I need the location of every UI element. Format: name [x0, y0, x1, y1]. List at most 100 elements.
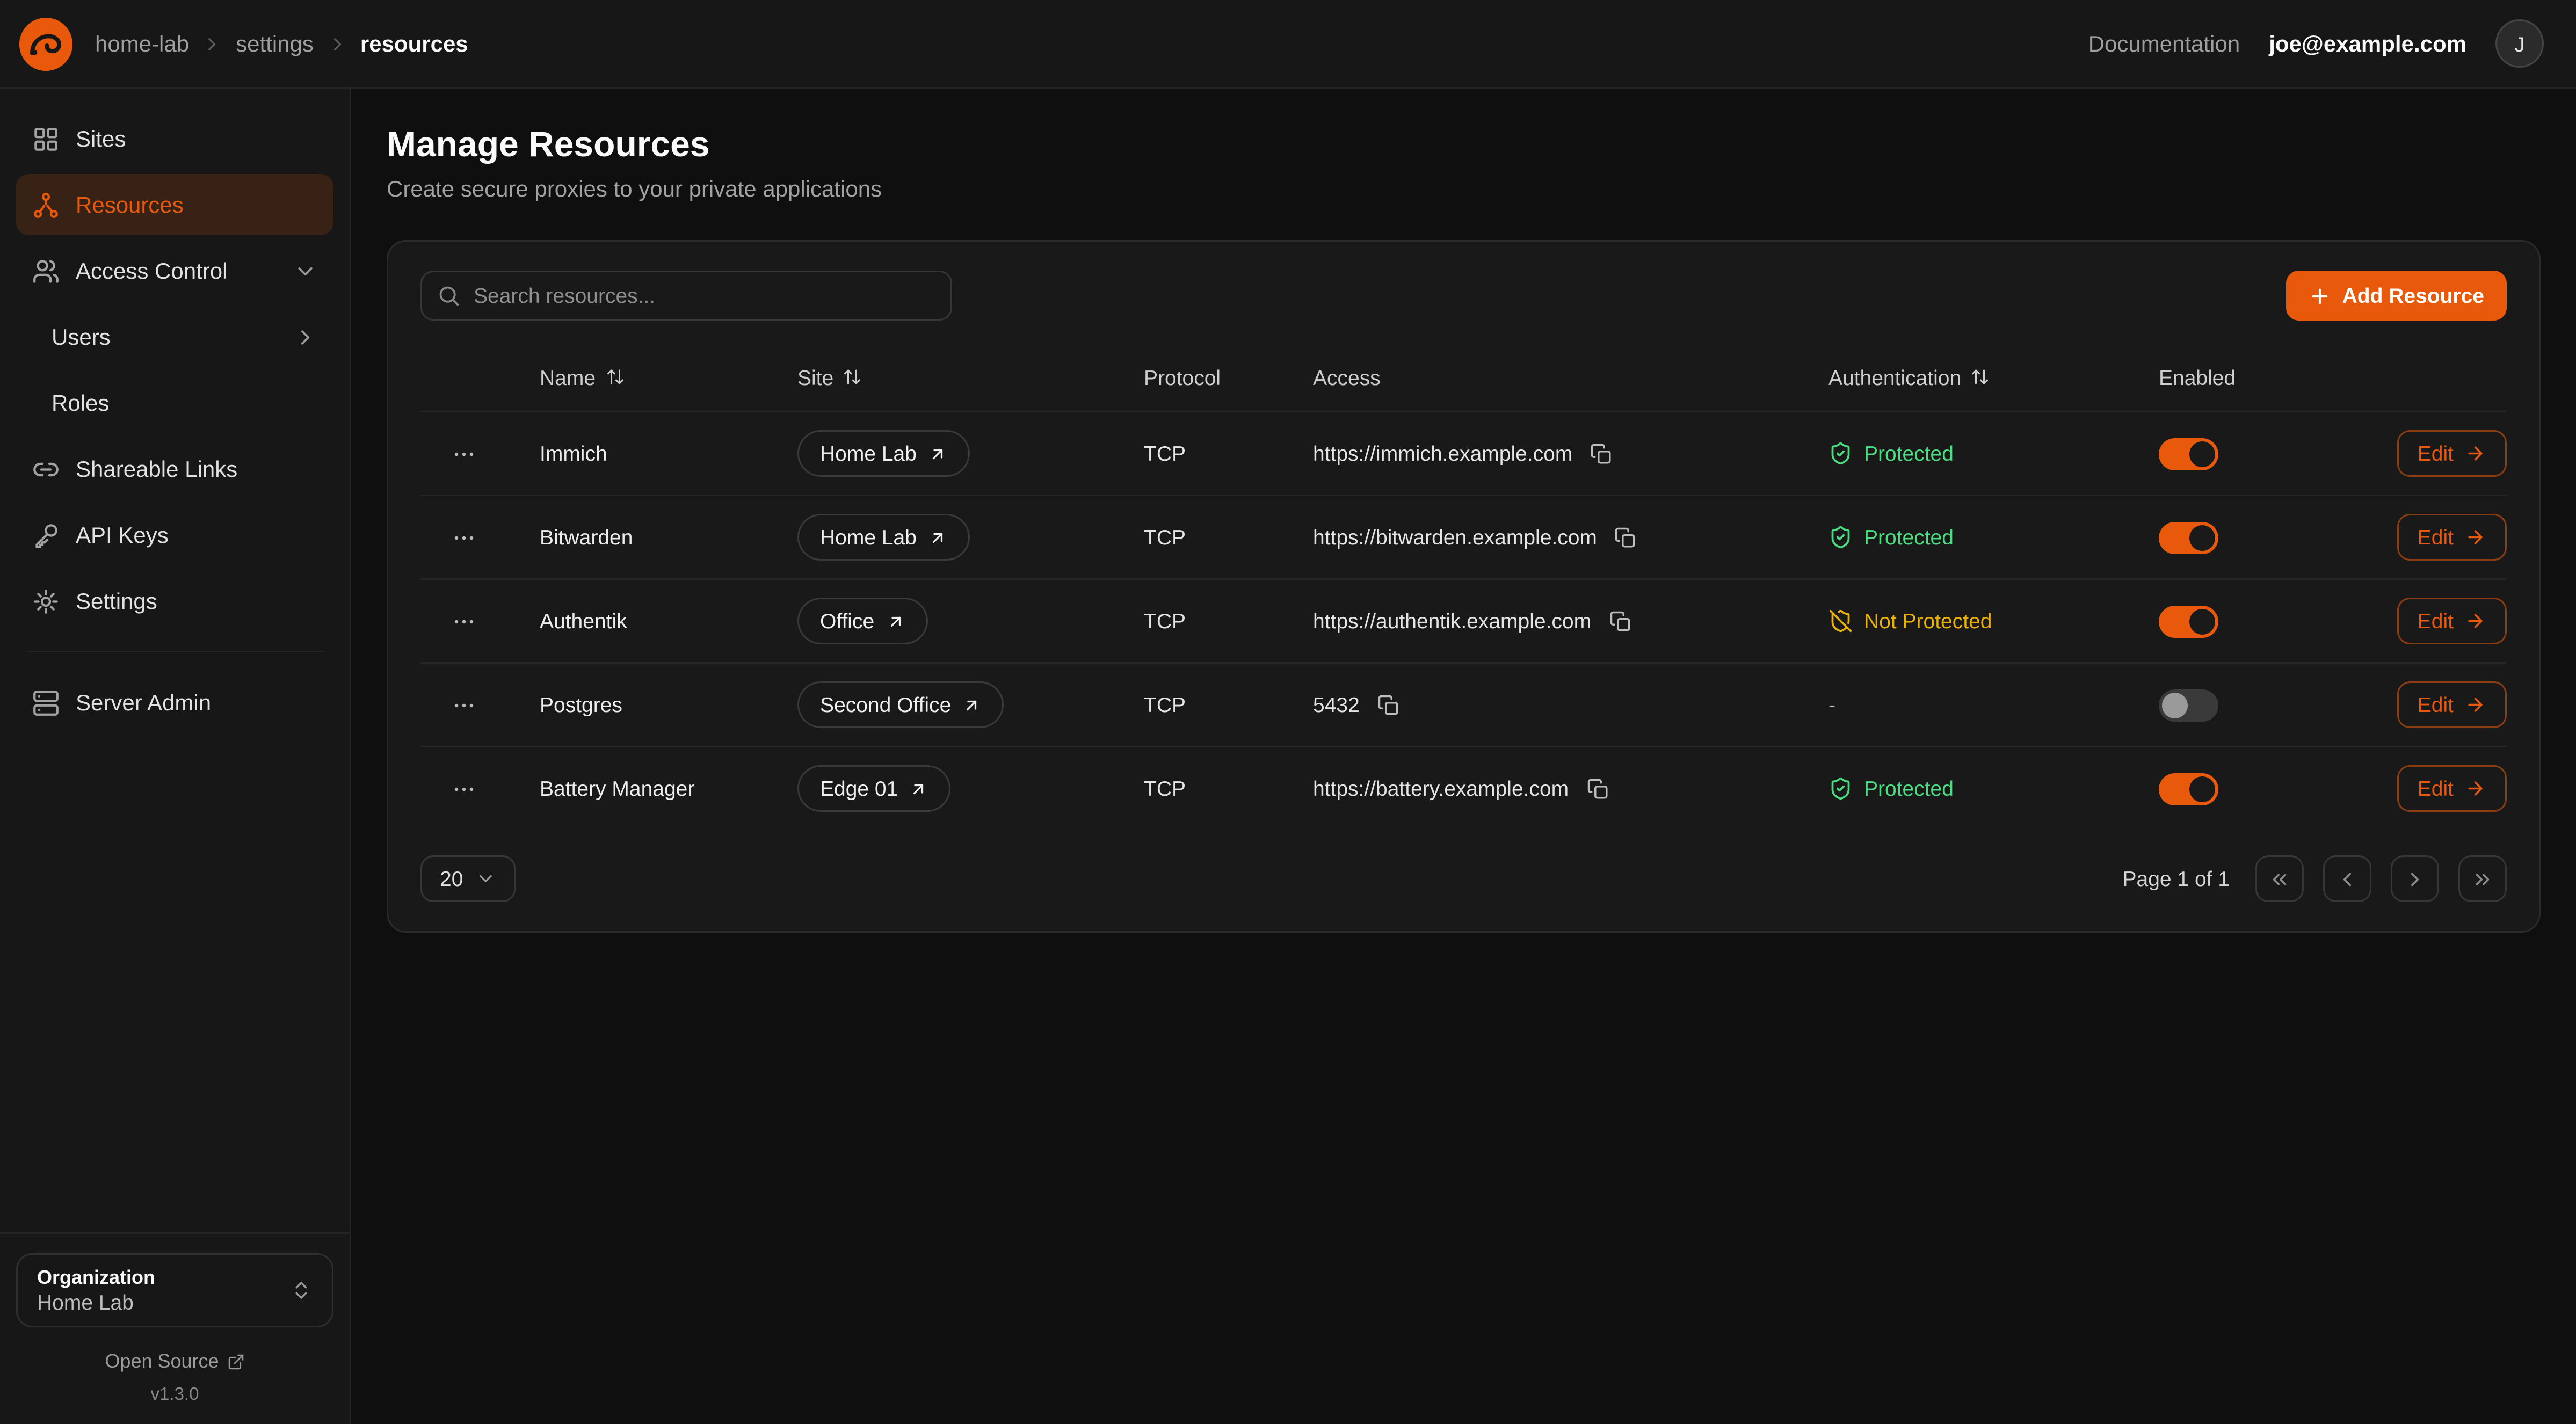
column-label: Protocol — [1144, 365, 1221, 389]
search-input[interactable] — [420, 271, 952, 321]
sidebar-item-label: Sites — [76, 126, 126, 151]
column-header-authentication[interactable]: Authentication — [1796, 365, 2127, 389]
copy-icon[interactable] — [1587, 439, 1616, 468]
copy-icon[interactable] — [1583, 774, 1612, 803]
toggle-knob — [2189, 776, 2215, 802]
auth-label: - — [1828, 693, 1835, 717]
breadcrumb-org[interactable]: home-lab — [95, 31, 189, 56]
sidebar-item-label: Roles — [52, 390, 109, 416]
edit-label: Edit — [2418, 441, 2454, 466]
site-link-button[interactable]: Edge 01 — [797, 765, 951, 812]
shield-check-icon — [1828, 776, 1853, 801]
open-source-label: Open Source — [105, 1350, 219, 1372]
avatar-initial: J — [2514, 32, 2525, 56]
site-link-button[interactable]: Home Lab — [797, 430, 970, 477]
chevrons-up-down-icon — [290, 1279, 313, 1302]
first-page-button[interactable] — [2255, 855, 2304, 902]
sort-icon[interactable] — [605, 367, 625, 387]
column-header-name[interactable]: Name — [507, 365, 765, 389]
documentation-link[interactable]: Documentation — [2088, 31, 2240, 56]
enabled-toggle[interactable] — [2159, 605, 2218, 637]
toggle-knob — [2189, 608, 2215, 634]
sidebar-item-label: Resources — [76, 192, 184, 217]
auth-status: Protected — [1828, 776, 1954, 801]
pagination: 20 Page 1 of 1 — [420, 855, 2507, 902]
access-value: https://immich.example.com — [1313, 441, 1572, 466]
breadcrumb-settings[interactable]: settings — [236, 31, 314, 56]
sort-icon[interactable] — [843, 367, 862, 387]
chevron-left-icon — [2336, 868, 2359, 890]
sidebar-item-roles[interactable]: Roles — [16, 372, 333, 433]
chevron-right-icon — [2404, 868, 2426, 890]
protocol-value: TCP — [1112, 609, 1281, 633]
avatar[interactable]: J — [2495, 19, 2544, 68]
plus-icon — [2309, 285, 2331, 307]
pangolin-logo-icon[interactable] — [19, 17, 72, 70]
waypoints-icon — [32, 191, 60, 219]
shield-off-icon — [1828, 609, 1853, 633]
next-page-button[interactable] — [2391, 855, 2439, 902]
toggle-knob — [2189, 525, 2215, 550]
edit-button[interactable]: Edit — [2397, 430, 2507, 477]
row-menu-button[interactable] — [445, 602, 483, 641]
site-link-button[interactable]: Office — [797, 598, 927, 644]
edit-button[interactable]: Edit — [2397, 681, 2507, 728]
open-source-link[interactable]: Open Source — [16, 1350, 333, 1372]
key-icon — [32, 521, 60, 549]
resource-name: Bitwarden — [507, 525, 765, 549]
external-link-arrow-icon — [928, 444, 947, 463]
access-value: 5432 — [1313, 693, 1360, 717]
organization-selector[interactable]: Organization Home Lab — [16, 1253, 333, 1327]
sidebar-item-sites[interactable]: Sites — [16, 108, 333, 169]
enabled-toggle[interactable] — [2159, 521, 2218, 554]
server-icon — [32, 689, 60, 716]
site-link-button[interactable]: Second Office — [797, 681, 1004, 728]
org-selector-value: Home Lab — [37, 1290, 277, 1314]
table-body: Immich Home Lab TCP https://immich.examp… — [420, 411, 2507, 830]
table-row: Authentik Office TCP https://authentik.e… — [420, 578, 2507, 662]
edit-button[interactable]: Edit — [2397, 598, 2507, 644]
sidebar-item-access-control[interactable]: Access Control — [16, 240, 333, 301]
org-selector-label: Organization — [37, 1266, 277, 1289]
sidebar-item-settings[interactable]: Settings — [16, 570, 333, 631]
sidebar-item-resources[interactable]: Resources — [16, 174, 333, 235]
table-row: Battery Manager Edge 01 TCP https://batt… — [420, 746, 2507, 830]
last-page-button[interactable] — [2458, 855, 2507, 902]
sort-icon[interactable] — [1971, 367, 1990, 387]
column-label: Name — [540, 365, 596, 389]
page-size-select[interactable]: 20 — [420, 855, 516, 902]
version-label: v1.3.0 — [16, 1385, 333, 1405]
copy-icon[interactable] — [1606, 607, 1635, 636]
enabled-toggle[interactable] — [2159, 438, 2218, 470]
enabled-toggle[interactable] — [2159, 689, 2218, 721]
sidebar-admin-nav: Server Admin — [0, 672, 350, 733]
sidebar-item-shareable-links[interactable]: Shareable Links — [16, 438, 333, 499]
row-menu-button[interactable] — [445, 769, 483, 808]
user-email[interactable]: joe@example.com — [2269, 31, 2466, 56]
resources-card: Add Resource Name Site P — [387, 240, 2541, 933]
sidebar-item-label: Users — [52, 324, 111, 350]
edit-label: Edit — [2418, 525, 2454, 549]
sidebar-item-label: Access Control — [76, 258, 227, 284]
edit-button[interactable]: Edit — [2397, 765, 2507, 812]
edit-button[interactable]: Edit — [2397, 514, 2507, 561]
enabled-toggle[interactable] — [2159, 773, 2218, 805]
sidebar-item-api-keys[interactable]: API Keys — [16, 504, 333, 565]
copy-icon[interactable] — [1612, 523, 1641, 552]
column-header-site[interactable]: Site — [765, 365, 1112, 389]
sidebar: Sites Resources Access Control Users Rol… — [0, 89, 351, 1424]
previous-page-button[interactable] — [2323, 855, 2371, 902]
copy-icon[interactable] — [1374, 691, 1403, 720]
row-menu-button[interactable] — [445, 518, 483, 557]
row-menu-button[interactable] — [445, 434, 483, 473]
auth-status: - — [1828, 693, 1835, 717]
row-menu-button[interactable] — [445, 686, 483, 724]
site-link-button[interactable]: Home Lab — [797, 514, 970, 561]
resource-name: Battery Manager — [507, 776, 765, 801]
sidebar-item-server-admin[interactable]: Server Admin — [16, 672, 333, 733]
page-size-value: 20 — [440, 867, 463, 891]
sidebar-item-users[interactable]: Users — [16, 306, 333, 367]
chevron-right-icon — [202, 33, 223, 54]
arrow-right-icon — [2465, 778, 2486, 799]
add-resource-button[interactable]: Add Resource — [2286, 271, 2507, 321]
